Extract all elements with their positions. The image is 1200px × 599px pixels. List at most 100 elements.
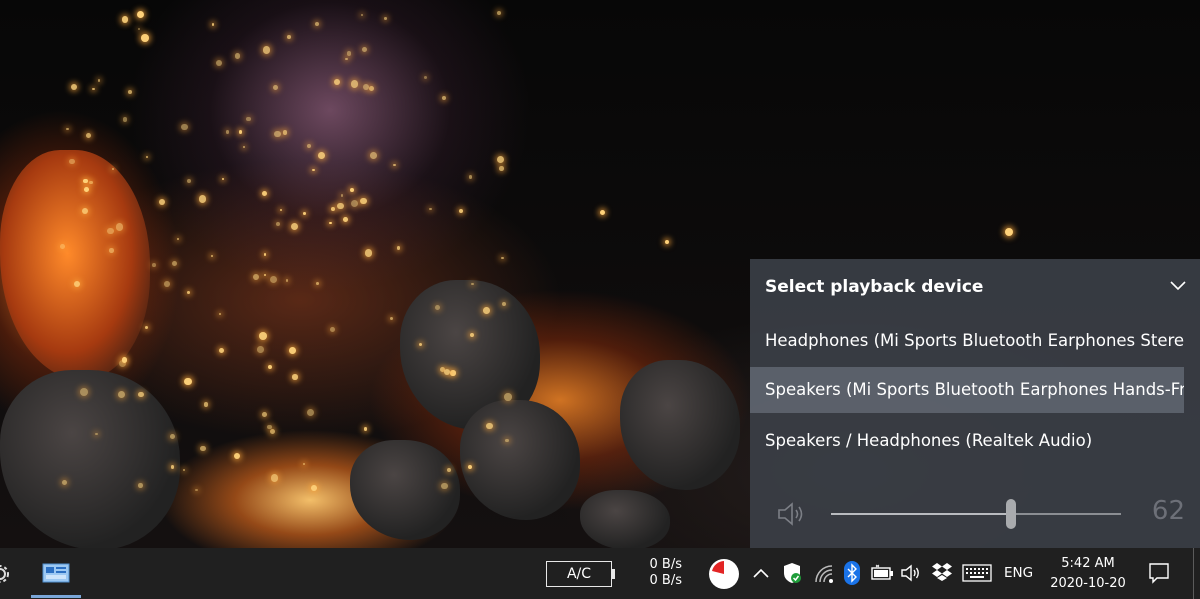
ember: [362, 46, 368, 52]
ember: [267, 364, 272, 369]
ember: [270, 474, 279, 482]
ember: [345, 57, 348, 61]
clock[interactable]: 5:42 AM 2020-10-20: [1046, 554, 1130, 594]
ember: [89, 180, 93, 185]
ember: [115, 223, 124, 231]
ember: [258, 331, 267, 340]
battery-icon[interactable]: [870, 564, 894, 582]
device-item-headphones-mi-stereo[interactable]: Headphones (Mi Sports Bluetooth Earphone…: [750, 318, 1184, 364]
ember: [288, 347, 296, 355]
ember: [198, 195, 207, 203]
ember: [307, 408, 315, 416]
ember: [361, 13, 364, 16]
ember: [340, 194, 344, 197]
ember: [337, 202, 344, 210]
ember: [315, 282, 319, 285]
ember: [195, 489, 198, 492]
net-up-speed: 0 B/s: [649, 557, 682, 572]
coal: [620, 360, 740, 490]
ember: [257, 346, 264, 353]
device-item-realtek-audio[interactable]: Speakers / Headphones (Realtek Audio): [750, 418, 1184, 464]
ember: [269, 428, 276, 435]
ember: [261, 412, 267, 418]
ember: [164, 281, 170, 288]
battery-nub: [612, 569, 615, 579]
ember: [483, 307, 491, 314]
ember: [242, 146, 245, 149]
clock-date: 2020-10-20: [1050, 576, 1126, 591]
input-language[interactable]: ENG: [1004, 565, 1033, 581]
ember: [600, 210, 605, 215]
ember: [263, 273, 266, 276]
ember: [285, 279, 289, 282]
ember: [351, 80, 359, 88]
show-desktop-button[interactable]: [1193, 548, 1194, 599]
pie-timer-icon[interactable]: [708, 558, 740, 590]
gear-icon[interactable]: [0, 562, 12, 586]
ember: [234, 53, 240, 59]
coal: [460, 400, 580, 520]
bluetooth-icon[interactable]: [844, 561, 860, 585]
ember: [315, 21, 320, 26]
ember: [665, 240, 669, 244]
ember: [329, 327, 335, 333]
volume-slider-fill: [831, 513, 1011, 515]
ember: [287, 34, 291, 39]
speaker-icon[interactable]: [900, 563, 922, 583]
ember: [396, 246, 401, 250]
ember: [423, 75, 427, 79]
ember: [66, 127, 69, 131]
ember: [331, 207, 335, 211]
volume-slider[interactable]: [831, 499, 1121, 529]
ember: [117, 390, 125, 399]
ember: [501, 256, 504, 260]
ember: [187, 179, 191, 184]
ember: [83, 178, 88, 183]
ember: [246, 117, 251, 122]
chevron-down-icon[interactable]: [1170, 279, 1186, 291]
ember: [225, 130, 230, 134]
ember: [279, 209, 282, 212]
dropbox-icon[interactable]: [931, 562, 953, 582]
ember: [351, 200, 359, 208]
speaker-icon[interactable]: [777, 501, 809, 527]
ember: [68, 158, 75, 165]
ember: [216, 60, 223, 67]
ember: [360, 197, 367, 205]
volume-slider-thumb[interactable]: [1005, 499, 1016, 529]
ember: [389, 316, 394, 321]
ember: [429, 207, 432, 211]
ember: [128, 90, 132, 94]
ember: [262, 191, 268, 197]
ember: [144, 325, 148, 330]
ember: [1005, 228, 1013, 236]
ember: [138, 483, 144, 488]
chevron-up-icon[interactable]: [752, 566, 770, 580]
ember: [187, 290, 190, 294]
wifi-icon[interactable]: [814, 562, 834, 584]
network-speed[interactable]: 0 B/s 0 B/s: [640, 557, 682, 589]
ember: [233, 452, 241, 460]
shield-icon[interactable]: [782, 562, 802, 584]
ember: [109, 248, 114, 253]
ember: [343, 217, 348, 222]
volume-value: 62: [1151, 496, 1185, 526]
power-status[interactable]: A/C: [546, 561, 612, 587]
ember: [203, 402, 209, 407]
ember: [181, 123, 188, 131]
notification-icon[interactable]: [1148, 562, 1170, 584]
coal: [0, 150, 150, 380]
ember: [176, 237, 180, 241]
ember: [434, 304, 440, 311]
ember: [504, 393, 512, 401]
ember: [347, 51, 352, 56]
ember: [252, 274, 259, 281]
keyboard-icon[interactable]: [962, 564, 992, 582]
ember: [318, 151, 326, 159]
device-item-speakers-mi-handsfree[interactable]: Speakers (Mi Sports Bluetooth Earphones …: [750, 367, 1184, 413]
clock-time: 5:42 AM: [1061, 556, 1115, 571]
control-panel-icon[interactable]: [42, 562, 70, 584]
ember: [269, 275, 278, 283]
ember: [97, 79, 101, 82]
ember: [170, 465, 175, 469]
